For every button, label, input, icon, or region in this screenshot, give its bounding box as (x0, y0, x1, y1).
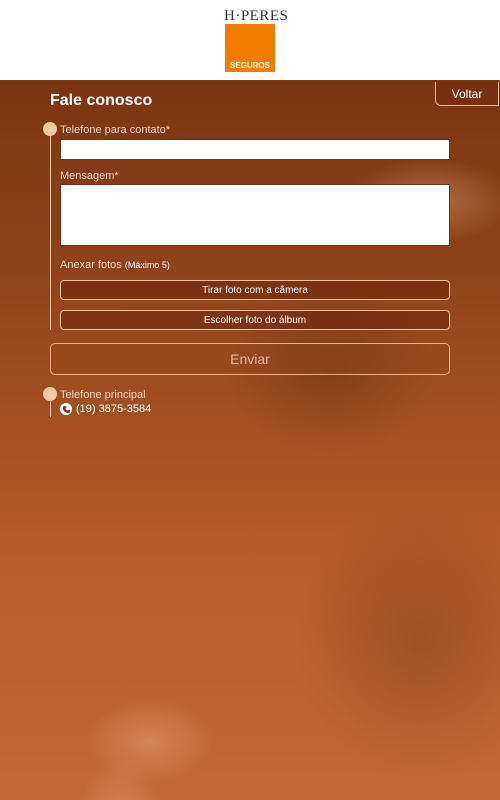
logo-box: SEGUROS (225, 24, 275, 72)
back-button[interactable]: Voltar (435, 82, 499, 106)
attach-label: Anexar fotos (Máximo 5) (60, 259, 170, 271)
attach-label-text: Anexar fotos (60, 259, 122, 271)
app-header: H·PERES SEGUROS (0, 0, 500, 81)
camera-button[interactable]: Tirar foto com a câmera (60, 280, 450, 300)
hperes-logo: H·PERES SEGUROS (224, 8, 289, 72)
main-phone-value: (19) 3875-3584 (76, 403, 152, 415)
phone-icon (60, 403, 72, 415)
main-phone-label: Telefone principal (60, 389, 146, 401)
timeline-line (50, 130, 51, 330)
logo-wordmark: H·PERES (224, 8, 289, 24)
timeline-dot-form (43, 122, 57, 136)
phone-label: Telefone para contato* (60, 124, 171, 136)
main-phone-link[interactable]: (19) 3875-3584 (60, 403, 151, 415)
phone-input[interactable] (60, 139, 450, 160)
message-label: Mensagem* (60, 170, 119, 182)
timeline-line-contact (50, 395, 51, 417)
attach-hint: (Máximo 5) (124, 260, 170, 270)
album-button[interactable]: Escolher foto do álbum (60, 310, 450, 330)
logo-subtitle: SEGUROS (229, 61, 270, 70)
send-button[interactable]: Enviar (50, 343, 450, 375)
message-textarea[interactable] (60, 184, 450, 246)
page-title: Fale conosco (50, 92, 153, 109)
